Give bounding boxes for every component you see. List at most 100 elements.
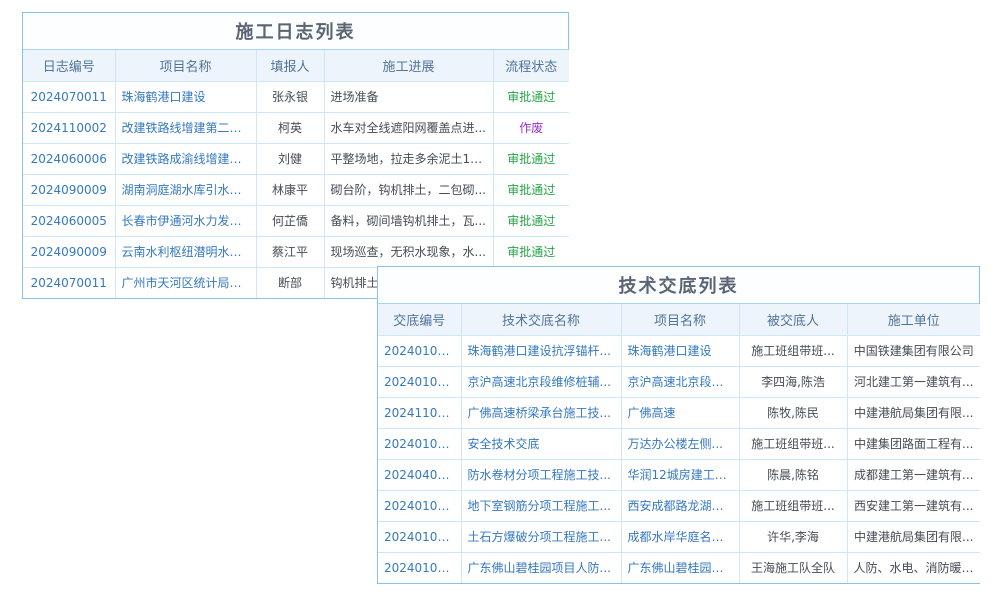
column-header-status: 流程状态 [493, 50, 569, 81]
table-row: 2024010002土石方爆破分项工程施工...成都水岸华庭名苑...许华,李海… [378, 521, 980, 552]
cell-status: 审批通过 [493, 174, 569, 205]
cell-person: 李四海,陈浩 [739, 366, 847, 397]
column-header-progress: 施工进展 [324, 50, 493, 81]
table-row: 2024010001广东佛山碧桂园项目人防...广东佛山碧桂园项目王海施工队全队… [378, 552, 980, 583]
table-row: 2024090009云南水利枢纽潜明水库一...蔡江平现场巡查，无积水现象，水.… [23, 236, 569, 267]
table-row: 2024070011珠海鹤港口建设张永银进场准备审批通过 [23, 81, 569, 112]
cell-reporter: 林康平 [256, 174, 324, 205]
tech-disclosure-table: 交底编号技术交底名称项目名称被交底人施工单位 2024010003珠海鹤港口建设… [378, 304, 980, 583]
cell-project[interactable]: 京沪高速北京段维修 [621, 366, 739, 397]
cell-id[interactable]: 2024060005 [23, 205, 115, 236]
table-row: 2024010004京沪高速北京段维修桩辅...京沪高速北京段维修李四海,陈浩河… [378, 366, 980, 397]
cell-id[interactable]: 2024010004 [378, 366, 461, 397]
cell-name[interactable]: 地下室钢筋分项工程施工... [461, 490, 621, 521]
cell-person: 许华,李海 [739, 521, 847, 552]
cell-project[interactable]: 长春市伊通河水力发电厂... [115, 205, 256, 236]
column-header-person: 被交底人 [739, 304, 847, 335]
cell-project[interactable]: 珠海鹤港口建设 [621, 335, 739, 366]
cell-status: 作废 [493, 112, 569, 143]
column-header-unit: 施工单位 [847, 304, 980, 335]
cell-project[interactable]: 改建铁路成渝线增建第二... [115, 143, 256, 174]
tech-disclosure-header-row: 交底编号技术交底名称项目名称被交底人施工单位 [378, 304, 980, 335]
column-header-project: 项目名称 [115, 50, 256, 81]
table-row: 2024110001广佛高速桥梁承台施工技...广佛高速陈牧,陈民中建港航局集团… [378, 397, 980, 428]
cell-id[interactable]: 2024070011 [23, 267, 115, 298]
cell-status: 审批通过 [493, 205, 569, 236]
cell-id[interactable]: 2024070011 [23, 81, 115, 112]
tech-disclosure-panel: 技术交底列表 交底编号技术交底名称项目名称被交底人施工单位 2024010003… [377, 266, 980, 584]
cell-unit: 中建港航局集团有限... [847, 521, 980, 552]
cell-unit: 人防、水电、消防暖通... [847, 552, 980, 583]
cell-project[interactable]: 万达办公楼左侧... [621, 428, 739, 459]
table-row: 2024010002地下室钢筋分项工程施工...西安成都路龙湖上...施工班组带… [378, 490, 980, 521]
cell-reporter: 刘健 [256, 143, 324, 174]
cell-id[interactable]: 2024010003 [378, 428, 461, 459]
cell-progress: 水车对全线遮阳网覆盖点进... [324, 112, 493, 143]
cell-person: 施工班组带班... [739, 490, 847, 521]
cell-id[interactable]: 2024010002 [378, 490, 461, 521]
cell-id[interactable]: 2024060006 [23, 143, 115, 174]
cell-progress: 平整场地，拉走多余泥土15... [324, 143, 493, 174]
cell-id[interactable]: 2024010003 [378, 335, 461, 366]
table-row: 2024060006改建铁路成渝线增建第二...刘健平整场地，拉走多余泥土15.… [23, 143, 569, 174]
cell-progress: 砌台阶，钩机排土，二包砌... [324, 174, 493, 205]
cell-project[interactable]: 云南水利枢纽潜明水库一... [115, 236, 256, 267]
construction-log-title: 施工日志列表 [23, 13, 568, 50]
cell-person: 施工班组带班... [739, 335, 847, 366]
cell-name[interactable]: 珠海鹤港口建设抗浮锚杆... [461, 335, 621, 366]
cell-id[interactable]: 2024110001 [378, 397, 461, 428]
cell-name[interactable]: 安全技术交底 [461, 428, 621, 459]
cell-unit: 中建港航局集团有限... [847, 397, 980, 428]
cell-name[interactable]: 京沪高速北京段维修桩辅... [461, 366, 621, 397]
construction-log-header-row: 日志编号项目名称填报人施工进展流程状态 [23, 50, 569, 81]
cell-reporter: 何芷僑 [256, 205, 324, 236]
cell-unit: 河北建工第一建筑有... [847, 366, 980, 397]
cell-project[interactable]: 华润12城房建工程... [621, 459, 739, 490]
table-row: 2024040001防水卷材分项工程施工技...华润12城房建工程...陈晨,陈… [378, 459, 980, 490]
construction-log-table: 日志编号项目名称填报人施工进展流程状态 2024070011珠海鹤港口建设张永银… [23, 50, 569, 298]
column-header-id: 日志编号 [23, 50, 115, 81]
cell-person: 陈晨,陈铭 [739, 459, 847, 490]
column-header-id: 交底编号 [378, 304, 461, 335]
cell-id[interactable]: 2024110002 [23, 112, 115, 143]
cell-name[interactable]: 土石方爆破分项工程施工... [461, 521, 621, 552]
cell-project[interactable]: 广东佛山碧桂园项目 [621, 552, 739, 583]
cell-status: 审批通过 [493, 143, 569, 174]
cell-reporter: 断部 [256, 267, 324, 298]
column-header-name: 技术交底名称 [461, 304, 621, 335]
column-header-reporter: 填报人 [256, 50, 324, 81]
cell-reporter: 张永银 [256, 81, 324, 112]
table-row: 2024110002改建铁路线增建第二线直...柯英水车对全线遮阳网覆盖点进..… [23, 112, 569, 143]
cell-person: 王海施工队全队 [739, 552, 847, 583]
cell-id[interactable]: 2024010002 [378, 521, 461, 552]
tech-disclosure-body: 2024010003珠海鹤港口建设抗浮锚杆...珠海鹤港口建设施工班组带班...… [378, 335, 980, 583]
cell-id[interactable]: 2024010001 [378, 552, 461, 583]
construction-log-panel: 施工日志列表 日志编号项目名称填报人施工进展流程状态 2024070011珠海鹤… [22, 12, 569, 299]
table-row: 2024060005长春市伊通河水力发电厂...何芷僑备料，砌间墙钩机排土，瓦.… [23, 205, 569, 236]
cell-project[interactable]: 湖南洞庭湖水库引水工程... [115, 174, 256, 205]
cell-project[interactable]: 成都水岸华庭名苑... [621, 521, 739, 552]
cell-project[interactable]: 改建铁路线增建第二线直... [115, 112, 256, 143]
cell-name[interactable]: 广东佛山碧桂园项目人防... [461, 552, 621, 583]
cell-progress: 进场准备 [324, 81, 493, 112]
cell-status: 审批通过 [493, 81, 569, 112]
cell-person: 施工班组带班... [739, 428, 847, 459]
cell-person: 陈牧,陈民 [739, 397, 847, 428]
cell-unit: 中国铁建集团有限公司 [847, 335, 980, 366]
cell-id[interactable]: 2024090009 [23, 174, 115, 205]
cell-unit: 成都建工第一建筑有... [847, 459, 980, 490]
cell-progress: 备料，砌间墙钩机排土，瓦... [324, 205, 493, 236]
cell-project[interactable]: 珠海鹤港口建设 [115, 81, 256, 112]
cell-status: 审批通过 [493, 236, 569, 267]
tech-disclosure-title: 技术交底列表 [378, 267, 979, 304]
cell-project[interactable]: 广佛高速 [621, 397, 739, 428]
cell-id[interactable]: 2024040001 [378, 459, 461, 490]
cell-name[interactable]: 防水卷材分项工程施工技... [461, 459, 621, 490]
cell-reporter: 柯英 [256, 112, 324, 143]
cell-unit: 西安建工第一建筑有... [847, 490, 980, 521]
cell-id[interactable]: 2024090009 [23, 236, 115, 267]
cell-project[interactable]: 西安成都路龙湖上... [621, 490, 739, 521]
cell-project[interactable]: 广州市天河区统计局机房... [115, 267, 256, 298]
cell-name[interactable]: 广佛高速桥梁承台施工技... [461, 397, 621, 428]
cell-progress: 现场巡查，无积水现象，水... [324, 236, 493, 267]
